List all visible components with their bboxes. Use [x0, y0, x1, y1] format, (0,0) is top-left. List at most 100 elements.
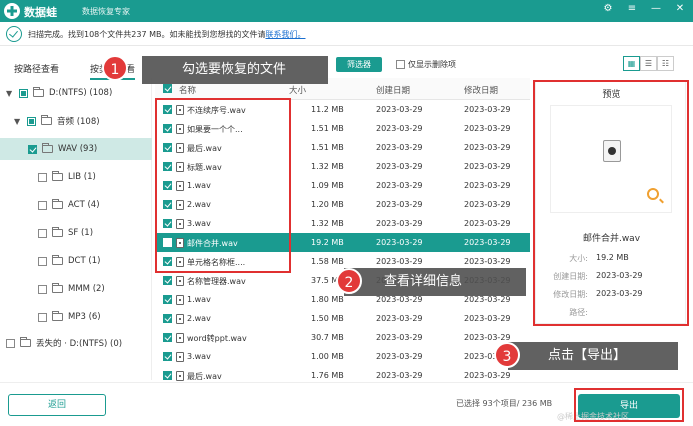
file-created: 2023-03-29 — [376, 200, 423, 209]
file-size: 1.76 MB — [311, 371, 344, 380]
file-created: 2023-03-29 — [376, 162, 423, 171]
file-name: word转ppt.wav — [187, 334, 247, 343]
close-icon[interactable]: ✕ — [673, 3, 687, 14]
row-checkbox[interactable] — [163, 295, 172, 304]
wav-file-icon — [176, 295, 184, 305]
only-deleted-checkbox[interactable] — [396, 60, 405, 69]
callout-1-text: 勾选要恢复的文件 — [182, 62, 287, 77]
menu-icon[interactable]: ≡ — [625, 3, 639, 14]
highlight-file-checkboxes — [155, 98, 291, 273]
folder-icon — [52, 227, 63, 237]
check-circle-icon — [6, 26, 22, 42]
tab-by-path[interactable]: 按路径查看 — [14, 62, 59, 75]
file-created: 2023-03-29 — [376, 105, 423, 114]
tree-checkbox[interactable] — [19, 88, 28, 98]
file-size: 1.20 MB — [311, 200, 344, 209]
table-row[interactable]: 2.wav 1.50 MB 2023-03-29 2023-03-29 — [155, 309, 530, 328]
folder-icon — [52, 255, 63, 265]
highlight-preview-panel — [533, 80, 689, 326]
tree-checkbox[interactable] — [28, 144, 37, 154]
sidebar-item-mp3[interactable]: MP3 (6) — [38, 306, 101, 328]
contact-us-link[interactable]: 联系我们。 — [265, 30, 305, 39]
file-name: 名称管理器.wav — [187, 277, 246, 286]
row-checkbox[interactable] — [163, 371, 172, 380]
col-size[interactable]: 大小 — [289, 84, 306, 96]
callout-2: 查看详细信息 — [344, 268, 526, 296]
sidebar-item-wav[interactable]: WAV (93) — [0, 138, 152, 160]
app-logo-icon — [4, 3, 20, 19]
sidebar-item-dct[interactable]: DCT (1) — [38, 250, 100, 272]
row-checkbox[interactable] — [163, 314, 172, 323]
minimize-icon[interactable]: — — [649, 3, 663, 14]
sidebar-item-label: DCT (1) — [68, 256, 101, 266]
file-modified: 2023-03-29 — [464, 105, 511, 114]
file-modified: 2023-03-29 — [464, 314, 511, 323]
file-size: 1.50 MB — [311, 314, 344, 323]
settings-icon[interactable]: ⚙ — [601, 3, 615, 14]
only-deleted-toggle[interactable]: 仅显示删除项 — [396, 59, 456, 70]
sidebar-item-label: D:(NTFS) (108) — [49, 88, 113, 98]
tree-checkbox[interactable] — [38, 200, 47, 210]
row-checkbox[interactable] — [163, 352, 172, 361]
callout-1: 勾选要恢复的文件 — [142, 56, 328, 84]
grid-view-icon[interactable]: ▦ — [623, 56, 640, 71]
col-created[interactable]: 创建日期 — [376, 84, 410, 96]
file-size: 1.51 MB — [311, 124, 344, 133]
file-modified: 2023-03-29 — [464, 219, 511, 228]
sidebar-item-lib[interactable]: LIB (1) — [38, 166, 96, 188]
file-created: 2023-03-29 — [376, 219, 423, 228]
sidebar-item-d-ntfs[interactable]: ▼ D:(NTFS) (108) — [6, 82, 112, 104]
file-created: 2023-03-29 — [376, 257, 423, 266]
table-row[interactable]: word转ppt.wav 30.7 MB 2023-03-29 2023-03-29 — [155, 328, 530, 347]
callout-3-text: 点击【导出】 — [548, 348, 627, 363]
col-modified[interactable]: 修改日期 — [464, 84, 498, 96]
sidebar-item-audio[interactable]: ▼ 音频 (108) — [14, 110, 100, 132]
file-size: 1.80 MB — [311, 295, 344, 304]
file-created: 2023-03-29 — [376, 124, 423, 133]
file-size: 19.2 MB — [311, 238, 344, 247]
sidebar-item-act[interactable]: ACT (4) — [38, 194, 100, 216]
back-button[interactable]: 返回 — [8, 394, 106, 416]
list-view-icon[interactable]: ☰ — [640, 56, 657, 71]
col-name[interactable]: 名称 — [179, 84, 196, 96]
table-row[interactable]: 3.wav 1.00 MB 2023-03-29 2023-03-29 — [155, 347, 530, 366]
only-deleted-label: 仅显示删除项 — [408, 60, 456, 69]
filter-button[interactable]: 筛选器 — [336, 57, 382, 72]
wav-file-icon — [176, 352, 184, 362]
expand-caret-icon[interactable]: ▼ — [6, 89, 14, 98]
tree-checkbox[interactable] — [38, 228, 47, 238]
tree-checkbox[interactable] — [6, 338, 15, 348]
sidebar-item-label: MP3 (6) — [68, 312, 101, 322]
folder-icon — [52, 283, 63, 293]
app-subtitle: 数据恢复专家 — [82, 7, 130, 16]
wav-file-icon — [176, 371, 184, 381]
sidebar-item-sf[interactable]: SF (1) — [38, 222, 93, 244]
tree-checkbox[interactable] — [38, 284, 47, 294]
tree-checkbox[interactable] — [38, 312, 47, 322]
sidebar-item-mmm[interactable]: MMM (2) — [38, 278, 105, 300]
file-created: 2023-03-29 — [376, 295, 423, 304]
callout-3: 点击【导出】 — [508, 342, 678, 370]
file-size: 1.32 MB — [311, 162, 344, 171]
file-modified: 2023-03-29 — [464, 181, 511, 190]
sidebar-item-label: MMM (2) — [68, 284, 105, 294]
file-modified: 2023-03-29 — [464, 200, 511, 209]
file-modified: 2023-03-29 — [464, 257, 511, 266]
tree-checkbox[interactable] — [38, 256, 47, 266]
selection-summary: 已选择 93个项目/ 236 MB — [456, 399, 553, 408]
sidebar-item-lost-d-ntfs[interactable]: 丢失的 · D:(NTFS) (0) — [6, 332, 122, 354]
row-checkbox[interactable] — [163, 276, 172, 285]
expand-caret-icon[interactable]: ▼ — [14, 117, 22, 126]
sidebar-item-label: SF (1) — [68, 228, 94, 238]
detail-view-icon[interactable]: ☷ — [657, 56, 674, 71]
file-name: 1.wav — [187, 295, 211, 304]
tree-checkbox[interactable] — [27, 116, 36, 126]
tree-checkbox[interactable] — [38, 172, 47, 182]
row-checkbox[interactable] — [163, 333, 172, 342]
file-created: 2023-03-29 — [376, 314, 423, 323]
folder-icon — [52, 311, 63, 321]
wav-file-icon — [176, 333, 184, 343]
window-controls: ⚙ ≡ — ✕ — [601, 3, 687, 14]
file-name: 最后.wav — [187, 372, 222, 381]
select-all-checkbox[interactable] — [163, 84, 172, 93]
